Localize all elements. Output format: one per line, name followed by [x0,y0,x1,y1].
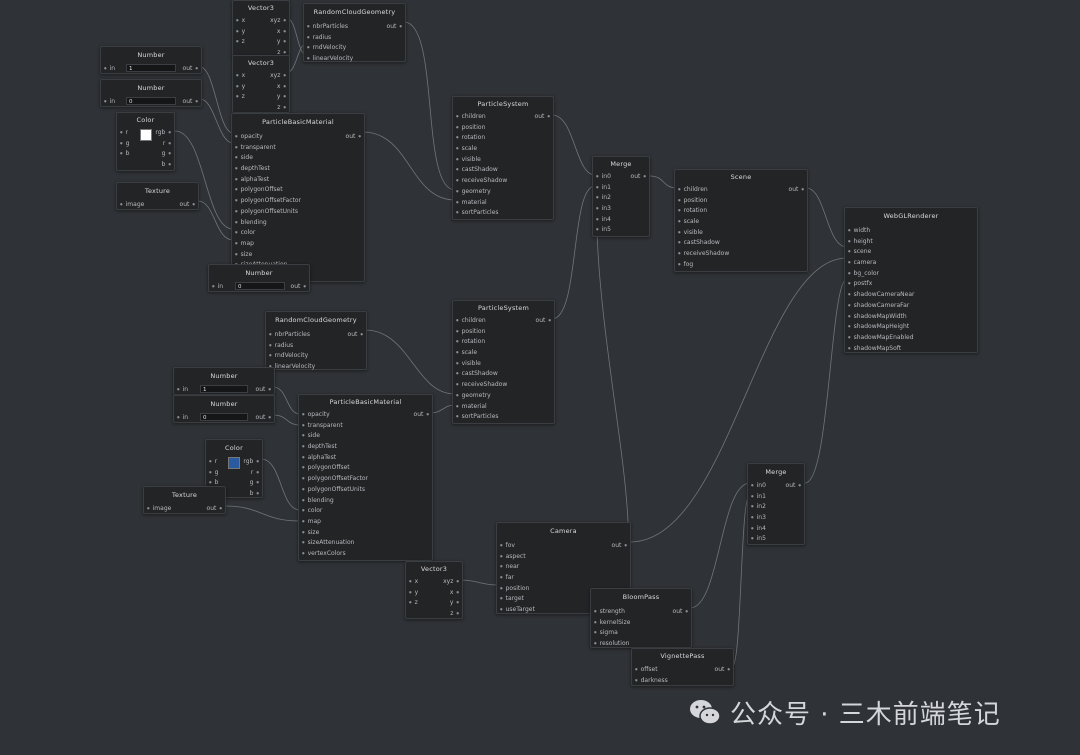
node-title: ParticleBasicMaterial [329,398,402,406]
vector3-node-b[interactable]: Vector3 xxyz yx zy z [232,55,290,113]
input-port-sort-particles[interactable]: sortParticles [456,411,499,423]
input-port-shadow-map-soft[interactable]: shadowMapSoft [848,343,902,355]
node-title: RandomCloudGeometry [313,8,396,16]
merge-node-b[interactable]: Merge in0out in1 in2 in3 in4 in5 [747,463,805,545]
webgl-renderer-node[interactable]: WebGLRenderer width height scene camera … [844,207,978,353]
output-port-out[interactable]: out [256,412,271,424]
input-port-in[interactable]: in [177,412,188,424]
node-title: BloomPass [622,593,660,601]
output-port-z[interactable]: z [450,608,459,620]
node-title: Texture [144,187,171,195]
node-title: Number [137,84,165,92]
number-value-field[interactable]: 0 [126,97,176,105]
input-port-in[interactable]: in [104,63,115,75]
node-title: Vector3 [247,59,275,67]
watermark-text: 公众号 · 三木前端笔记 [730,699,1001,730]
particle-basic-material-node-b[interactable]: ParticleBasicMaterial opacityout transpa… [298,394,433,561]
node-title: Color [136,116,155,124]
node-title: Camera [550,527,577,535]
wechat-icon [690,700,721,725]
input-port-linear-velocity[interactable]: linearVelocity [307,53,354,65]
number-value-field[interactable]: 0 [235,282,285,290]
random-cloud-geometry-node-a[interactable]: RandomCloudGeometry nbrParticlesout radi… [303,3,406,62]
node-title: ParticleSystem [477,100,529,108]
input-port-resolution[interactable]: resolution [594,638,630,650]
input-port-image[interactable]: image [147,503,172,515]
node-title: WebGLRenderer [883,212,939,220]
scene-node[interactable]: Scene childrenout position rotation scal… [674,169,808,272]
input-port-in5[interactable]: in5 [596,224,611,236]
output-port-out[interactable]: out [207,503,222,515]
input-port-in5[interactable]: in5 [751,533,766,545]
input-port-darkness[interactable]: darkness [635,675,668,687]
output-port-out[interactable]: out [183,96,198,108]
random-cloud-geometry-node-b[interactable]: RandomCloudGeometry nbrParticlesout radi… [265,311,367,370]
input-port-image[interactable]: image [120,199,145,211]
node-title: Vector3 [420,565,448,573]
vignette-pass-node[interactable]: VignettePass offsetout darkness [631,648,734,686]
input-port-in[interactable]: in [104,96,115,108]
merge-node-a[interactable]: Merge in0out in1 in2 in3 in4 in5 [592,156,650,237]
color-node-a[interactable]: Color rrgb gr bg b [116,112,175,171]
number-node-b[interactable]: Number in 0 out [100,79,202,107]
input-port-vertex-colors[interactable]: vertexColors [302,548,346,560]
node-title: Number [210,372,238,380]
node-title: Vector3 [247,4,275,12]
vector3-node-a[interactable]: Vector3 xxyz yx zy z [232,0,290,58]
particle-system-node-a[interactable]: ParticleSystem childrenout position rota… [452,96,554,220]
input-port-fog[interactable]: fog [678,259,694,271]
node-title: Merge [610,160,632,168]
output-port-z[interactable]: z [277,102,286,114]
particle-system-node-b[interactable]: ParticleSystem childrenout position rota… [452,300,555,424]
node-title: Texture [171,491,198,499]
input-port-use-target[interactable]: useTarget [500,604,535,616]
number-node-a[interactable]: Number in 1 out [100,46,202,74]
number-value-field[interactable]: 1 [126,64,176,72]
output-port-out[interactable]: out [256,384,271,396]
texture-node-b[interactable]: Texture image out [143,486,226,514]
node-title: ParticleBasicMaterial [262,118,334,126]
bloom-pass-node[interactable]: BloomPass strengthout kernelSize sigma r… [590,588,692,648]
output-port-out[interactable]: out [291,281,306,293]
number-value-field[interactable]: 1 [200,385,248,393]
output-port-out[interactable]: out [183,63,198,75]
node-title: Number [137,51,165,59]
input-port-in[interactable]: in [177,384,188,396]
output-port-out[interactable]: out [180,199,195,211]
output-port-b[interactable]: b [250,488,259,500]
node-title: Number [210,400,238,408]
node-title: Merge [765,468,787,476]
particle-basic-material-node-a[interactable]: ParticleBasicMaterial opacityout transpa… [231,113,365,282]
number-node-d[interactable]: Number in 1 out [173,367,275,395]
node-title: ParticleSystem [477,304,530,312]
input-port-linear-velocity[interactable]: linearVelocity [269,361,316,373]
number-node-c[interactable]: Number in 0 out [208,264,310,292]
input-port-sort-particles[interactable]: sortParticles [456,207,499,219]
node-title: Scene [730,173,752,181]
number-value-field[interactable]: 0 [200,413,248,421]
node-title: VignettePass [660,652,705,660]
watermark: 公众号 · 三木前端笔记 [688,695,1001,730]
vector3-node-c[interactable]: Vector3 xxyz yx zy z [405,561,463,619]
input-port-in[interactable]: in [212,281,223,293]
node-title: Number [245,269,273,277]
node-title: Color [225,444,243,452]
number-node-e[interactable]: Number in 0 out [173,395,275,423]
output-port-b[interactable]: b [162,159,171,171]
texture-node-a[interactable]: Texture image out [116,182,199,210]
node-title: RandomCloudGeometry [275,316,357,324]
